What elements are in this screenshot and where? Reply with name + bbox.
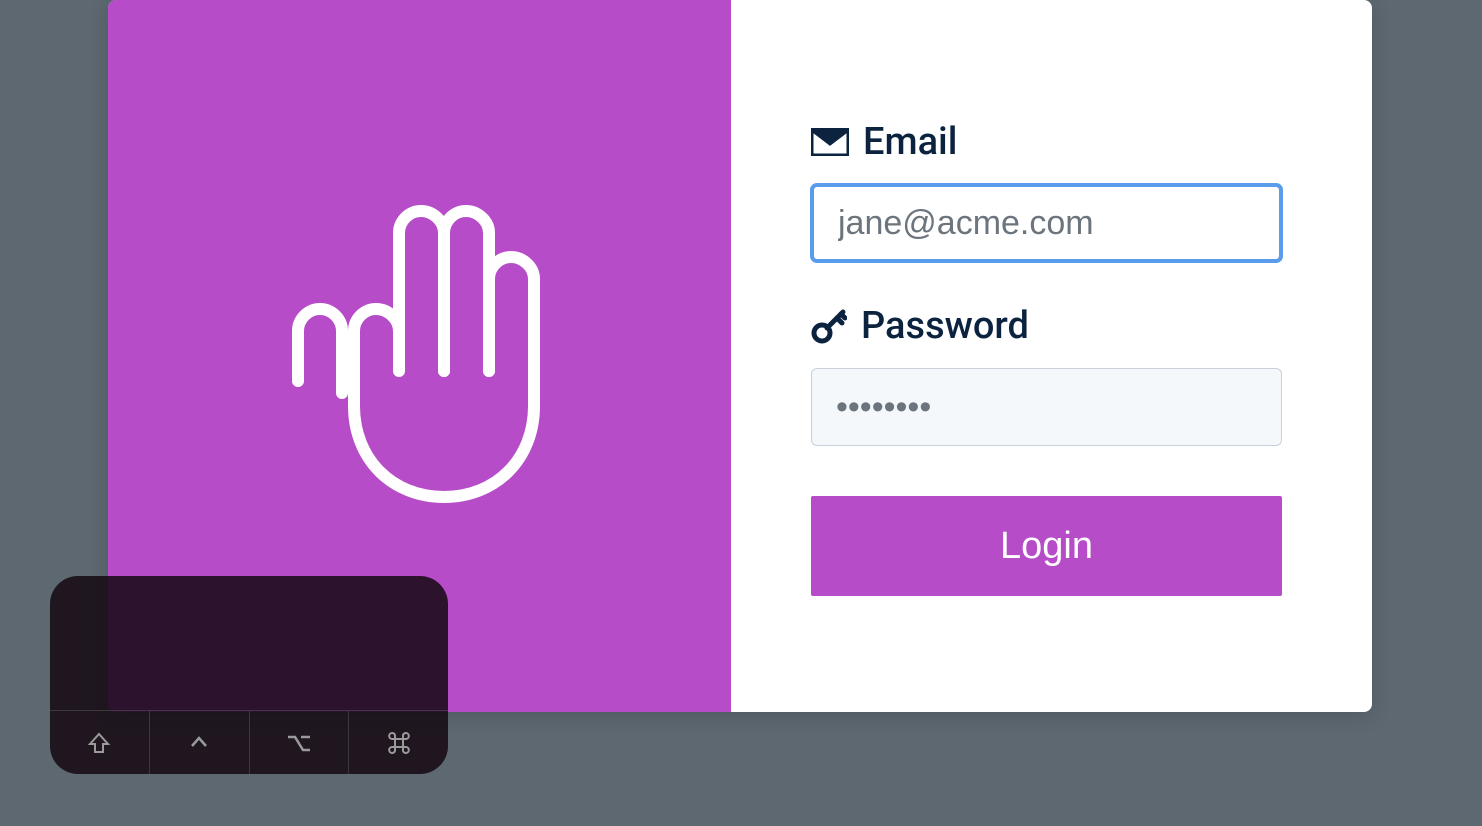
login-button[interactable]: Login xyxy=(811,496,1282,596)
command-key[interactable] xyxy=(349,711,448,774)
email-field-group: Email xyxy=(811,120,1282,262)
email-label-text: Email xyxy=(863,120,957,164)
login-form: Email Password Login xyxy=(731,0,1372,712)
password-field-group: Password xyxy=(811,304,1282,446)
password-label-text: Password xyxy=(861,304,1029,348)
password-label: Password xyxy=(811,304,1282,348)
hand-icon xyxy=(280,201,560,511)
password-input[interactable] xyxy=(811,368,1282,446)
shift-key[interactable] xyxy=(50,711,150,774)
email-label: Email xyxy=(811,120,1282,164)
key-icon xyxy=(811,308,847,344)
control-key[interactable] xyxy=(150,711,250,774)
envelope-icon xyxy=(811,128,849,156)
option-key[interactable] xyxy=(250,711,350,774)
virtual-keyboard-overlay xyxy=(50,576,448,774)
email-input[interactable] xyxy=(811,184,1282,262)
keyboard-modifier-row xyxy=(50,710,448,774)
keyboard-preview-area xyxy=(50,576,448,710)
